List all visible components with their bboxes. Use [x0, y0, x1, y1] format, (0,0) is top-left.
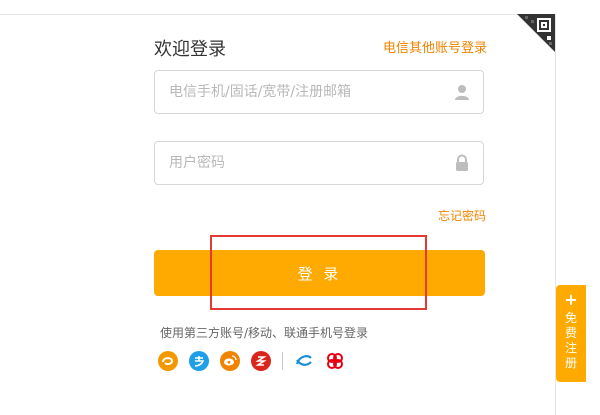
weibo-icon[interactable]: [220, 351, 240, 371]
password-field[interactable]: [154, 141, 484, 185]
alipay-icon[interactable]: [189, 351, 209, 371]
china-mobile-icon[interactable]: [294, 351, 314, 371]
page-title: 欢迎登录: [154, 39, 226, 60]
password-input[interactable]: [155, 142, 449, 184]
free-register-tab[interactable]: + 免费注册: [556, 285, 586, 382]
tianyi-icon[interactable]: [158, 351, 178, 371]
free-register-label: 免费注册: [564, 311, 577, 370]
qr-login-corner[interactable]: [517, 14, 555, 52]
user-icon: [455, 85, 469, 100]
qr-code-icon: [517, 14, 555, 52]
china-unicom-icon[interactable]: [325, 351, 345, 371]
login-button[interactable]: 登 录: [154, 250, 485, 296]
third-party-login-label: 使用第三方账号/移动、联通手机号登录: [160, 326, 369, 340]
plus-icon: +: [564, 290, 578, 309]
forgot-password-link[interactable]: 忘记密码: [438, 207, 486, 224]
lock-icon: [456, 154, 468, 171]
username-field[interactable]: [154, 70, 484, 114]
icon-separator: [282, 352, 283, 370]
username-input[interactable]: [155, 71, 449, 113]
third-party-icons: [158, 351, 356, 371]
red-provider-icon[interactable]: [251, 351, 271, 371]
other-account-login-link[interactable]: 电信其他账号登录: [383, 37, 487, 56]
